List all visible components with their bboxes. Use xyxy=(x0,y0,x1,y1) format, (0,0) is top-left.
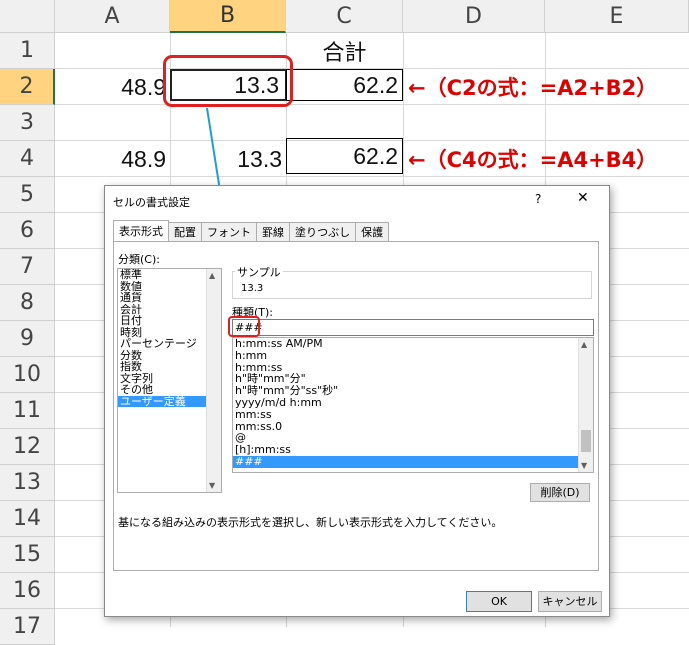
scrollbar-thumb[interactable] xyxy=(581,430,591,452)
scroll-up-icon[interactable]: ▲ xyxy=(581,340,587,349)
category-scrollbar[interactable]: ▲ ▼ xyxy=(206,269,221,492)
format-cells-dialog: セルの書式設定 ? ✕ 表示形式 配置 フォント 罫線 塗りつぶし 保護 分類(… xyxy=(104,185,610,617)
list-item[interactable]: h:mm:ss AM/PM xyxy=(233,338,593,350)
format-list[interactable]: h:mm:ss AM/PM h:mm h:mm:ss h"時"mm"分" h"時… xyxy=(232,337,594,473)
highlight-type-input xyxy=(228,316,260,337)
tab-fill[interactable]: 塗りつぶし xyxy=(289,222,357,243)
scroll-down-icon[interactable]: ▼ xyxy=(581,461,587,470)
tab-bar: 表示形式 配置 フォント 罫線 塗りつぶし 保護 xyxy=(113,220,390,243)
category-list[interactable]: 標準 数値 通貨 会計 日付 時刻 パーセンテージ 分数 指数 文字列 その他 … xyxy=(117,268,222,493)
tab-protection[interactable]: 保護 xyxy=(355,222,390,243)
cancel-button[interactable]: キャンセル xyxy=(538,591,602,612)
ok-button[interactable]: OK xyxy=(466,591,532,612)
sample-group xyxy=(232,271,592,299)
tab-alignment[interactable]: 配置 xyxy=(168,222,202,243)
list-item-selected[interactable]: ### xyxy=(233,456,579,468)
tab-border[interactable]: 罫線 xyxy=(256,222,290,243)
tab-font[interactable]: フォント xyxy=(201,222,257,243)
sample-label: サンプル xyxy=(235,264,283,280)
list-item[interactable]: h:mm xyxy=(233,349,593,362)
scroll-up-icon[interactable]: ▲ xyxy=(209,271,215,280)
sample-value: 13.3 xyxy=(241,283,264,294)
dialog-title: セルの書式設定 xyxy=(113,196,190,209)
type-input[interactable]: ### xyxy=(232,319,594,336)
list-item[interactable]: [h]:mm:ss xyxy=(233,444,593,456)
list-item[interactable]: yyyy/m/d h:mm xyxy=(233,397,593,409)
list-item[interactable]: mm:ss.0 xyxy=(233,420,593,433)
close-icon[interactable]: ✕ xyxy=(577,190,589,206)
description-text: 基になる組み込みの表示形式を選択し、新しい表示形式を入力してください。 xyxy=(118,516,503,529)
tab-number[interactable]: 表示形式 xyxy=(113,220,169,243)
format-scrollbar[interactable]: ▲ ▼ xyxy=(578,338,593,472)
help-icon[interactable]: ? xyxy=(535,192,541,206)
scroll-down-icon[interactable]: ▼ xyxy=(209,481,215,490)
category-label: 分類(C): xyxy=(118,253,160,266)
list-item[interactable]: mm:ss xyxy=(233,408,593,421)
delete-button[interactable]: 削除(D) xyxy=(530,483,590,502)
